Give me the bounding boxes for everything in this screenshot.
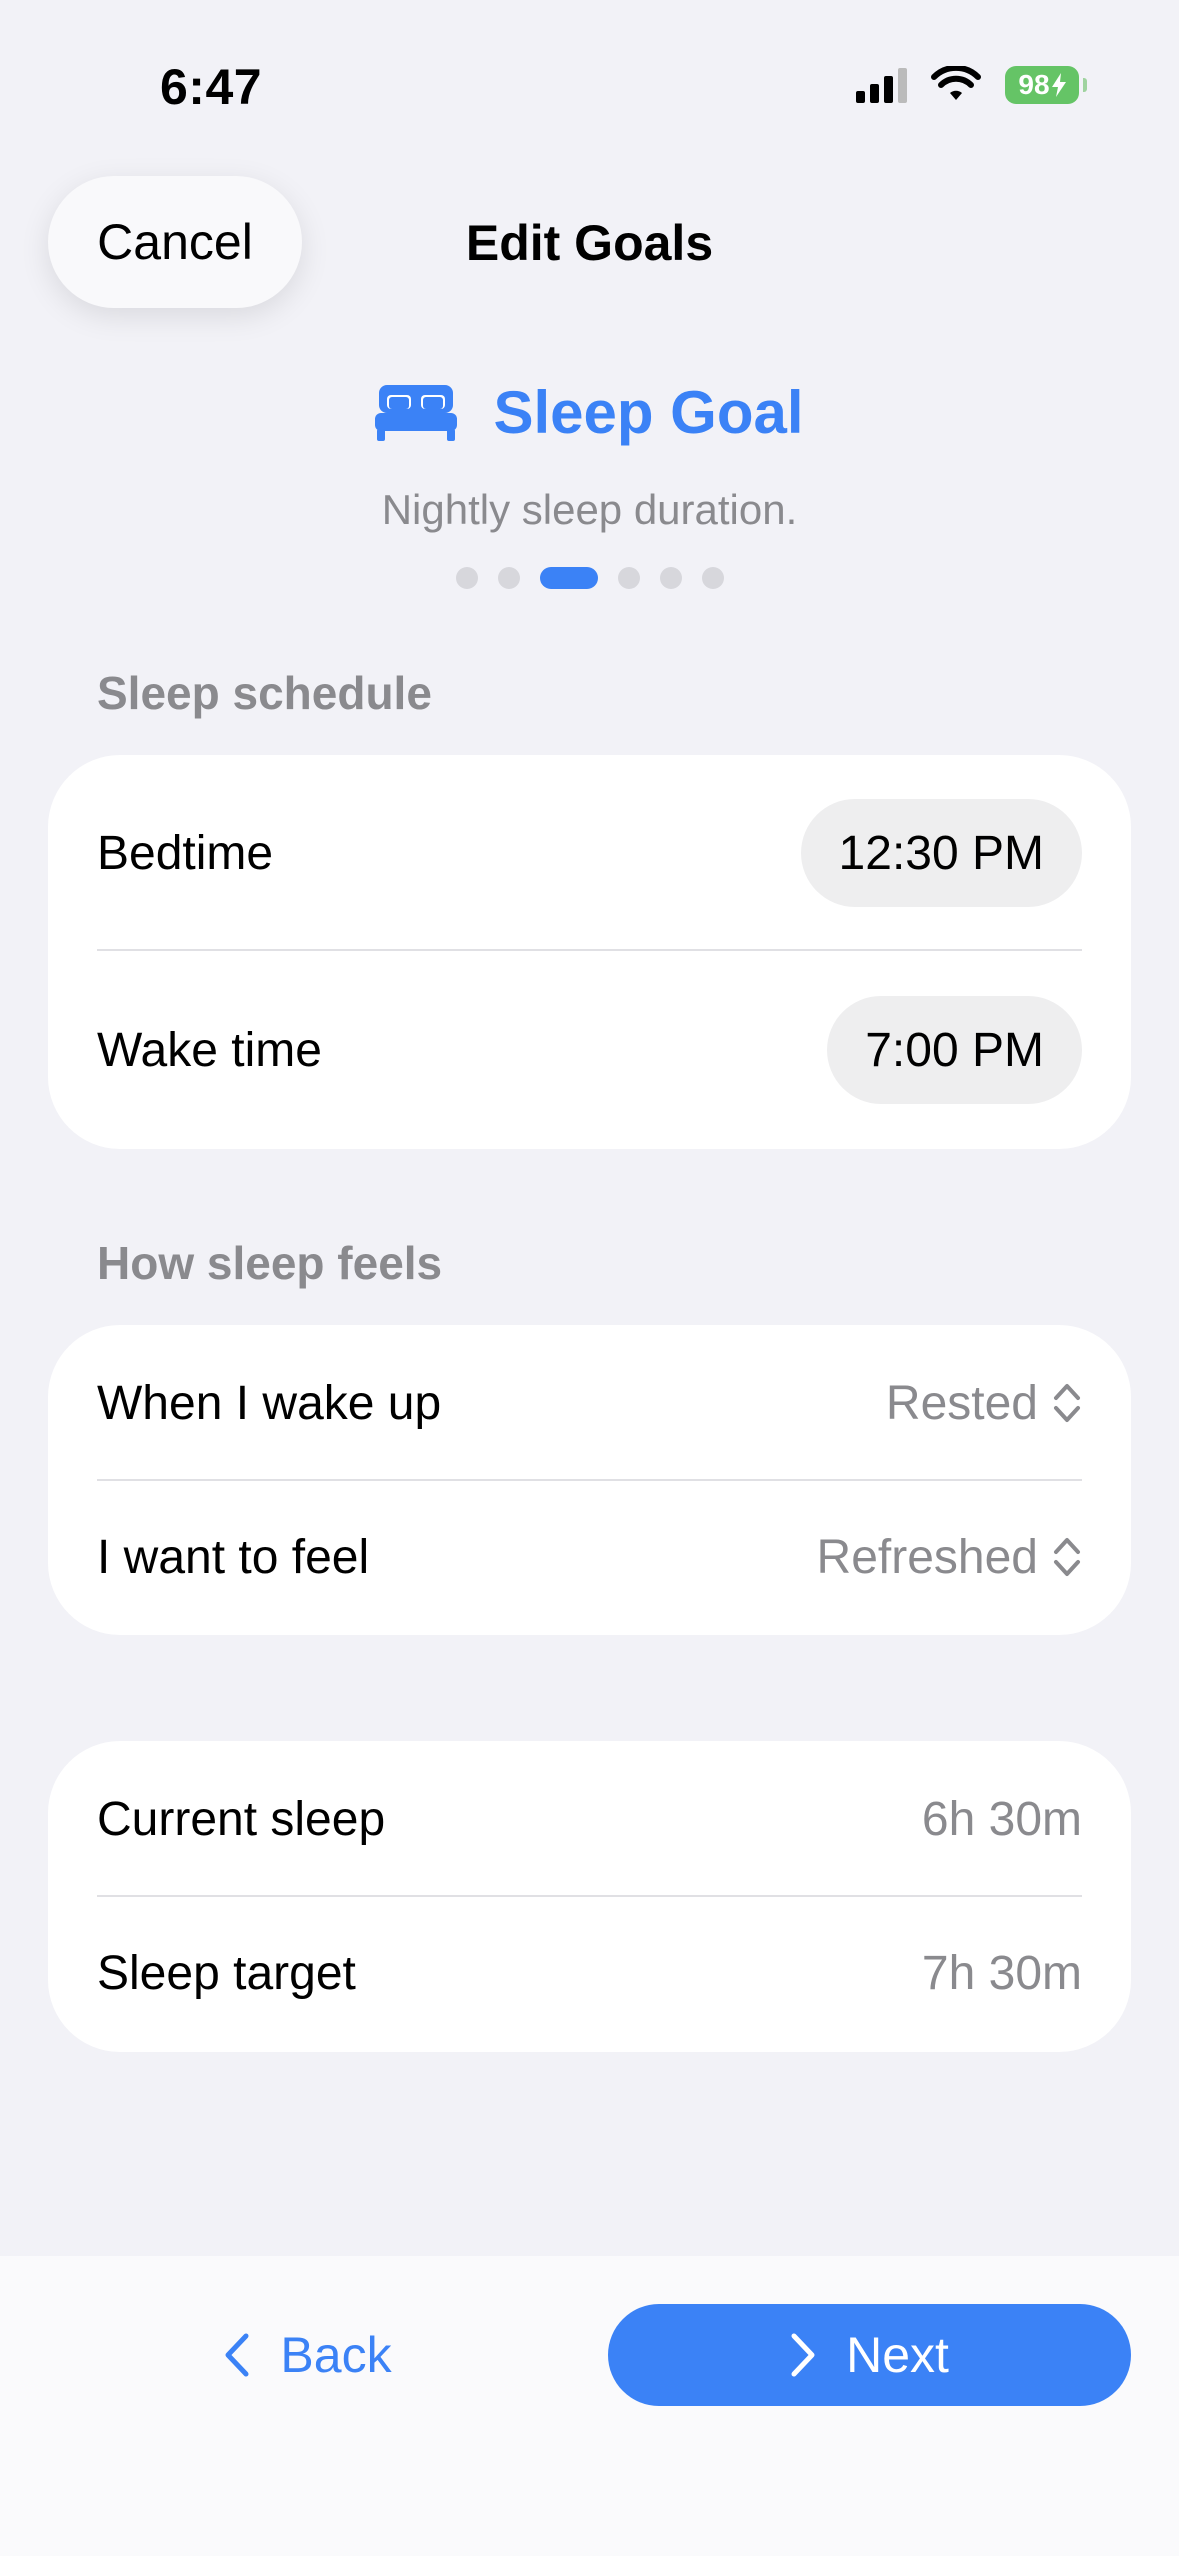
bottom-nav-bar: Back Next (0, 2256, 1179, 2556)
wake-feel-picker[interactable]: Rested (886, 1376, 1082, 1431)
page-dot[interactable] (701, 567, 724, 589)
divider (97, 1895, 1082, 1897)
section-label-how-sleep-feels: How sleep feels (97, 1237, 443, 1289)
wake-feel-value: Rested (885, 1376, 1038, 1430)
sleep-target-label: Sleep target (97, 1946, 356, 2000)
chevron-up-down-icon (1054, 1384, 1080, 1422)
current-sleep-row: Current sleep 6h 30m (97, 1783, 1082, 1855)
next-label: Next (846, 2327, 949, 2383)
page-dot-active[interactable] (539, 567, 598, 589)
sleep-schedule-card: Bedtime 12:30 PM Wake time 7:00 PM (48, 755, 1131, 1149)
want-feel-value: Refreshed (816, 1530, 1038, 1584)
battery-icon: 98 (1005, 66, 1087, 104)
page-dot[interactable] (617, 567, 640, 589)
wake-feel-row[interactable]: When I wake up Rested (97, 1367, 1082, 1439)
bedtime-value: 12:30 PM (838, 826, 1044, 880)
chevron-left-icon (225, 2333, 249, 2377)
goal-subtitle: Nightly sleep duration. (381, 486, 798, 533)
waketime-label: Wake time (97, 1023, 322, 1077)
page-indicator[interactable] (0, 567, 1179, 589)
sleep-feel-card: When I wake up Rested I want to feel Ref… (48, 1325, 1131, 1635)
page-dot[interactable] (455, 567, 478, 589)
waketime-row: Wake time 7:00 PM (97, 996, 1082, 1104)
sleep-target-row: Sleep target 7h 30m (97, 1937, 1082, 2009)
status-time: 6:47 (160, 59, 263, 115)
battery-level: 98 (1018, 69, 1050, 100)
back-label: Back (280, 2327, 392, 2383)
section-label-sleep-schedule: Sleep schedule (97, 667, 432, 719)
goal-heading: Sleep Goal (0, 378, 1179, 447)
divider (97, 1479, 1082, 1481)
status-icons: 98 (856, 66, 1087, 104)
page-dot[interactable] (659, 567, 682, 589)
wake-feel-label: When I wake up (97, 1376, 442, 1430)
bed-icon (375, 384, 458, 441)
bedtime-row: Bedtime 12:30 PM (97, 799, 1082, 907)
cellular-signal-icon (856, 67, 907, 103)
want-feel-picker[interactable]: Refreshed (817, 1530, 1082, 1585)
want-feel-row[interactable]: I want to feel Refreshed (97, 1521, 1082, 1593)
sleep-summary-card: Current sleep 6h 30m Sleep target 7h 30m (48, 1741, 1131, 2052)
back-button[interactable]: Back (48, 2304, 568, 2406)
waketime-value: 7:00 PM (865, 1023, 1044, 1077)
bedtime-label: Bedtime (97, 826, 274, 880)
current-sleep-value: 6h 30m (921, 1792, 1082, 1846)
current-sleep-label: Current sleep (97, 1792, 386, 1846)
sleep-target-value: 7h 30m (921, 1946, 1082, 2000)
want-feel-label: I want to feel (97, 1530, 370, 1584)
status-bar: 6:47 98 (0, 0, 1179, 150)
wifi-icon (931, 66, 981, 100)
chevron-right-icon (791, 2333, 815, 2377)
page-dot[interactable] (497, 567, 520, 589)
chevron-up-down-icon (1054, 1538, 1080, 1576)
bedtime-picker[interactable]: 12:30 PM (800, 799, 1082, 907)
charging-bolt-icon (1051, 73, 1066, 97)
divider (97, 949, 1082, 951)
next-button[interactable]: Next (608, 2304, 1131, 2406)
goal-title: Sleep Goal (493, 379, 804, 446)
waketime-picker[interactable]: 7:00 PM (827, 996, 1082, 1104)
page-title: Edit Goals (465, 215, 714, 271)
